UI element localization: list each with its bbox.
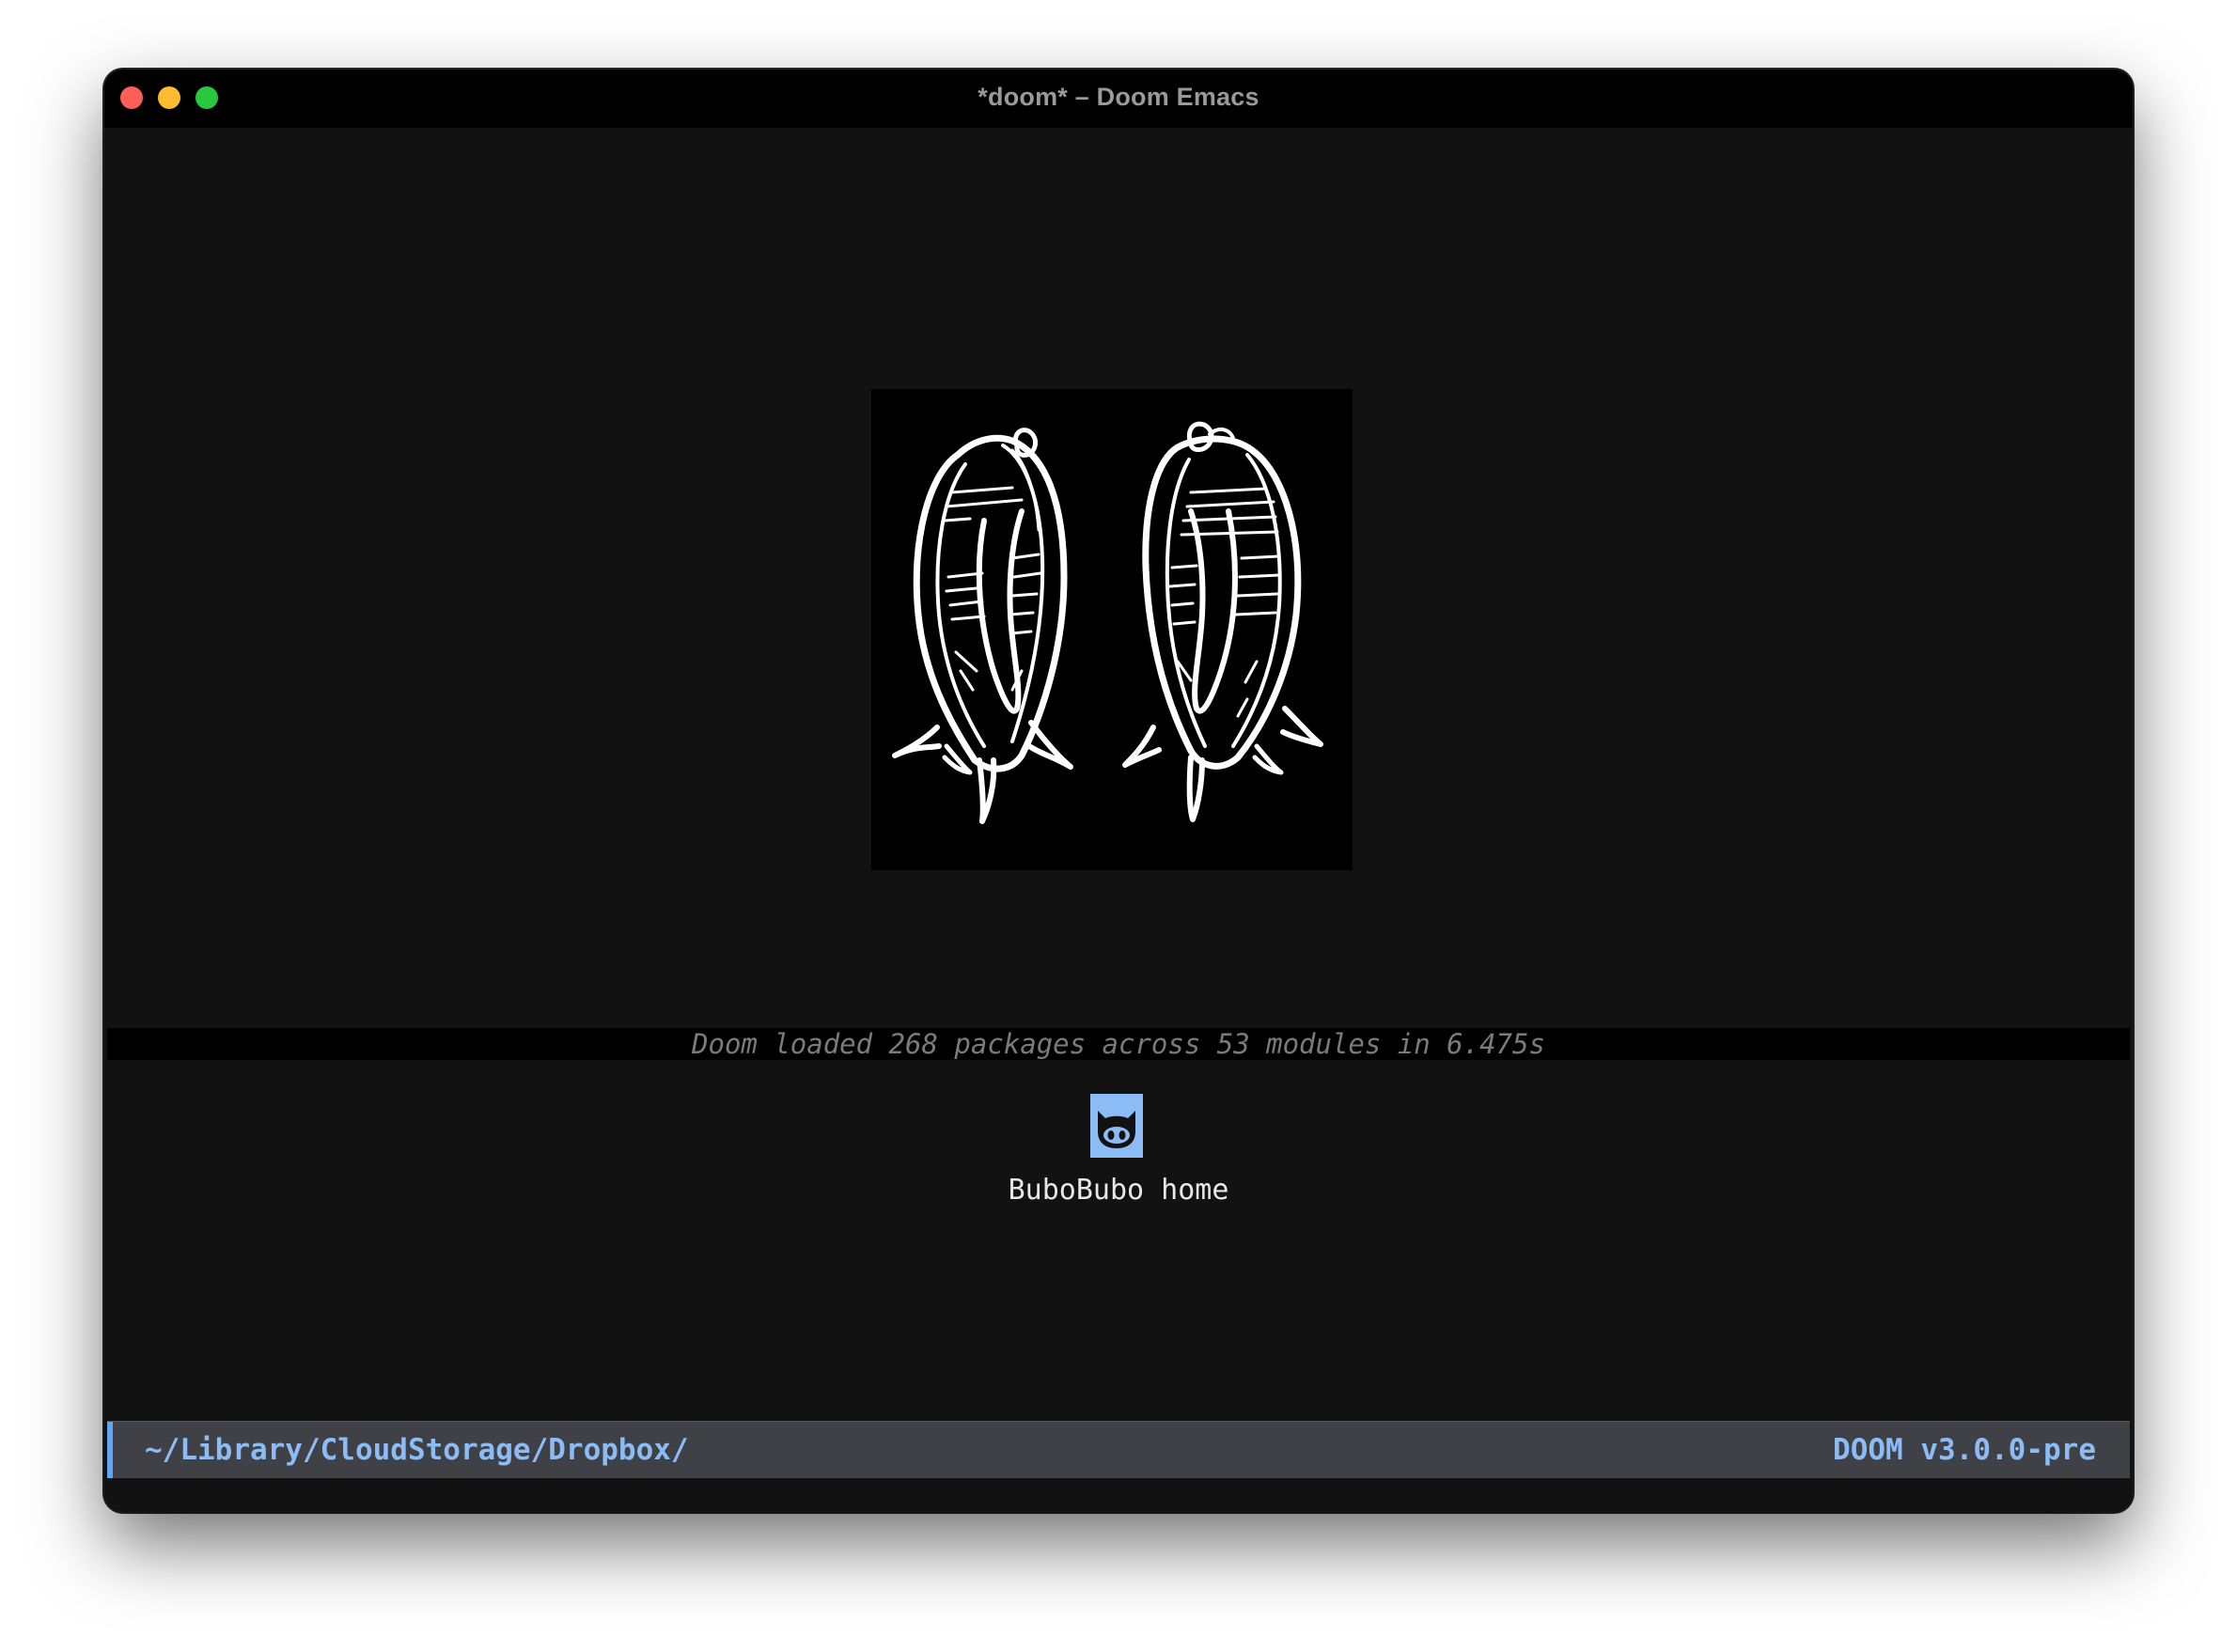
screenshot-canvas: *doom* – Doom Emacs Doom loaded 268 pack… [0, 0, 2237, 1652]
menu-item-bubobubo-home[interactable]: BuboBubo home [104, 1172, 2133, 1209]
loaded-message: Doom loaded 268 packages across 53 modul… [107, 1028, 2130, 1060]
octocat-icon[interactable] [1090, 1094, 1143, 1158]
modeline-active-indicator [107, 1422, 113, 1478]
banner-image [871, 389, 1353, 870]
window-title: *doom* – Doom Emacs [978, 83, 1259, 111]
minibuffer[interactable] [104, 1478, 2133, 1512]
modeline-doom-version: DOOM v3.0.0-pre [1833, 1433, 2096, 1467]
fish-sketch-icon [892, 421, 1323, 824]
doom-dashboard: Doom loaded 268 packages across 53 modul… [104, 128, 2133, 1490]
modeline: ~/Library/CloudStorage/Dropbox/ DOOM v3.… [107, 1421, 2130, 1478]
modeline-directory-path[interactable]: ~/Library/CloudStorage/Dropbox/ [145, 1422, 689, 1478]
emacs-window: *doom* – Doom Emacs Doom loaded 268 pack… [104, 70, 2133, 1512]
title-bar: *doom* – Doom Emacs [104, 70, 2133, 128]
